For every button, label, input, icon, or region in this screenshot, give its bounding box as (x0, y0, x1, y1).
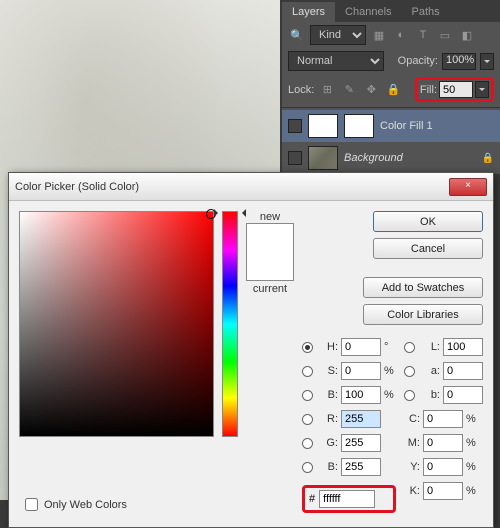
label-b: B: (316, 389, 338, 401)
blend-mode[interactable]: Normal (288, 51, 384, 71)
unit-pct: % (466, 413, 478, 425)
new-color (247, 224, 293, 252)
layer-row-colorfill[interactable]: Color Fill 1 (282, 110, 500, 142)
lock-icon: 🔒 (482, 153, 494, 164)
layer-row-background[interactable]: Background 🔒 (282, 142, 500, 174)
tab-paths[interactable]: Paths (402, 2, 450, 22)
input-l[interactable] (443, 338, 483, 356)
current-label: current (246, 283, 294, 295)
filter-pixel-icon[interactable]: ▦ (370, 26, 388, 44)
label-bb: B: (316, 461, 338, 473)
input-b[interactable] (341, 386, 381, 404)
fill-input[interactable] (439, 81, 473, 98)
input-r[interactable] (341, 410, 381, 428)
filter-smart-icon[interactable]: ◧ (458, 26, 476, 44)
lock-move-icon[interactable]: ✥ (362, 81, 380, 99)
layers-panel: Layers Channels Paths 🔍 Kind ▦ ◐ T ▭ ◧ N… (282, 0, 500, 174)
opacity-value[interactable]: 100% (442, 53, 476, 70)
label-h: H: (316, 341, 338, 353)
input-y[interactable] (423, 458, 463, 476)
dialog-title: Color Picker (Solid Color) (15, 181, 449, 193)
hex-label: # (309, 493, 315, 505)
opacity-label: Opacity: (398, 55, 438, 67)
radio-r[interactable] (302, 414, 313, 425)
layer-name[interactable]: Color Fill 1 (380, 120, 433, 132)
label-m: M: (404, 437, 420, 449)
unit-pct: % (384, 365, 396, 377)
unit-deg: ° (384, 341, 396, 353)
hue-slider[interactable] (222, 211, 238, 437)
visibility-icon[interactable] (288, 119, 302, 133)
radio-h[interactable] (302, 342, 313, 353)
input-k[interactable] (423, 482, 463, 500)
lock-brush-icon[interactable]: ✎ (340, 81, 358, 99)
fill-label: Fill: (420, 84, 437, 96)
current-color[interactable] (247, 252, 293, 280)
filter-shape-icon[interactable]: ▭ (436, 26, 454, 44)
unit-pct: % (466, 461, 478, 473)
fill-dropdown[interactable] (475, 81, 489, 98)
input-a[interactable] (443, 362, 483, 380)
ok-button[interactable]: OK (373, 211, 483, 232)
input-g[interactable] (341, 434, 381, 452)
close-button[interactable]: × (449, 178, 487, 196)
unit-pct: % (384, 389, 396, 401)
hue-cursor[interactable] (217, 209, 243, 215)
layer-thumb[interactable] (308, 146, 338, 170)
radio-a[interactable] (404, 366, 415, 377)
input-lb[interactable] (443, 386, 483, 404)
label-l: L: (418, 341, 440, 353)
kind-filter[interactable]: Kind (310, 25, 366, 45)
cancel-button[interactable]: Cancel (373, 238, 483, 259)
label-r: R: (316, 413, 338, 425)
opacity-dropdown[interactable] (480, 53, 494, 70)
new-label: new (246, 211, 294, 223)
input-m[interactable] (423, 434, 463, 452)
radio-bb[interactable] (302, 462, 313, 473)
label-s: S: (316, 365, 338, 377)
unit-pct: % (466, 485, 478, 497)
label-lb: b: (418, 389, 440, 401)
color-libraries-button[interactable]: Color Libraries (363, 304, 483, 325)
layer-mask[interactable] (344, 114, 374, 138)
tab-layers[interactable]: Layers (282, 2, 335, 22)
filter-adjust-icon[interactable]: ◐ (392, 26, 410, 44)
lock-transparent-icon[interactable]: ⊞ (318, 81, 336, 99)
color-field[interactable] (19, 211, 214, 437)
unit-pct: % (466, 437, 478, 449)
visibility-icon[interactable] (288, 151, 302, 165)
input-s[interactable] (341, 362, 381, 380)
input-bb[interactable] (341, 458, 381, 476)
label-y: Y: (404, 461, 420, 473)
label-k: K: (404, 485, 420, 497)
radio-lb[interactable] (404, 390, 415, 401)
lock-label: Lock: (288, 84, 314, 96)
hex-highlight: # (302, 485, 396, 513)
layer-name[interactable]: Background (344, 152, 403, 164)
fill-highlight: Fill: (415, 77, 494, 102)
color-picker-dialog: Color Picker (Solid Color) × new current… (8, 172, 494, 528)
layer-thumb[interactable] (308, 114, 338, 138)
search-icon: 🔍 (288, 26, 306, 44)
label-g: G: (316, 437, 338, 449)
radio-g[interactable] (302, 438, 313, 449)
label-c: C: (404, 413, 420, 425)
radio-b[interactable] (302, 390, 313, 401)
dialog-titlebar[interactable]: Color Picker (Solid Color) × (9, 173, 493, 201)
filter-type-icon[interactable]: T (414, 26, 432, 44)
lock-all-icon[interactable]: 🔒 (384, 81, 402, 99)
label-a: a: (418, 365, 440, 377)
hex-input[interactable] (319, 490, 375, 508)
radio-s[interactable] (302, 366, 313, 377)
add-swatch-button[interactable]: Add to Swatches (363, 277, 483, 298)
input-h[interactable] (341, 338, 381, 356)
color-swatch (246, 223, 294, 281)
input-c[interactable] (423, 410, 463, 428)
radio-l[interactable] (404, 342, 415, 353)
tab-channels[interactable]: Channels (335, 2, 401, 22)
